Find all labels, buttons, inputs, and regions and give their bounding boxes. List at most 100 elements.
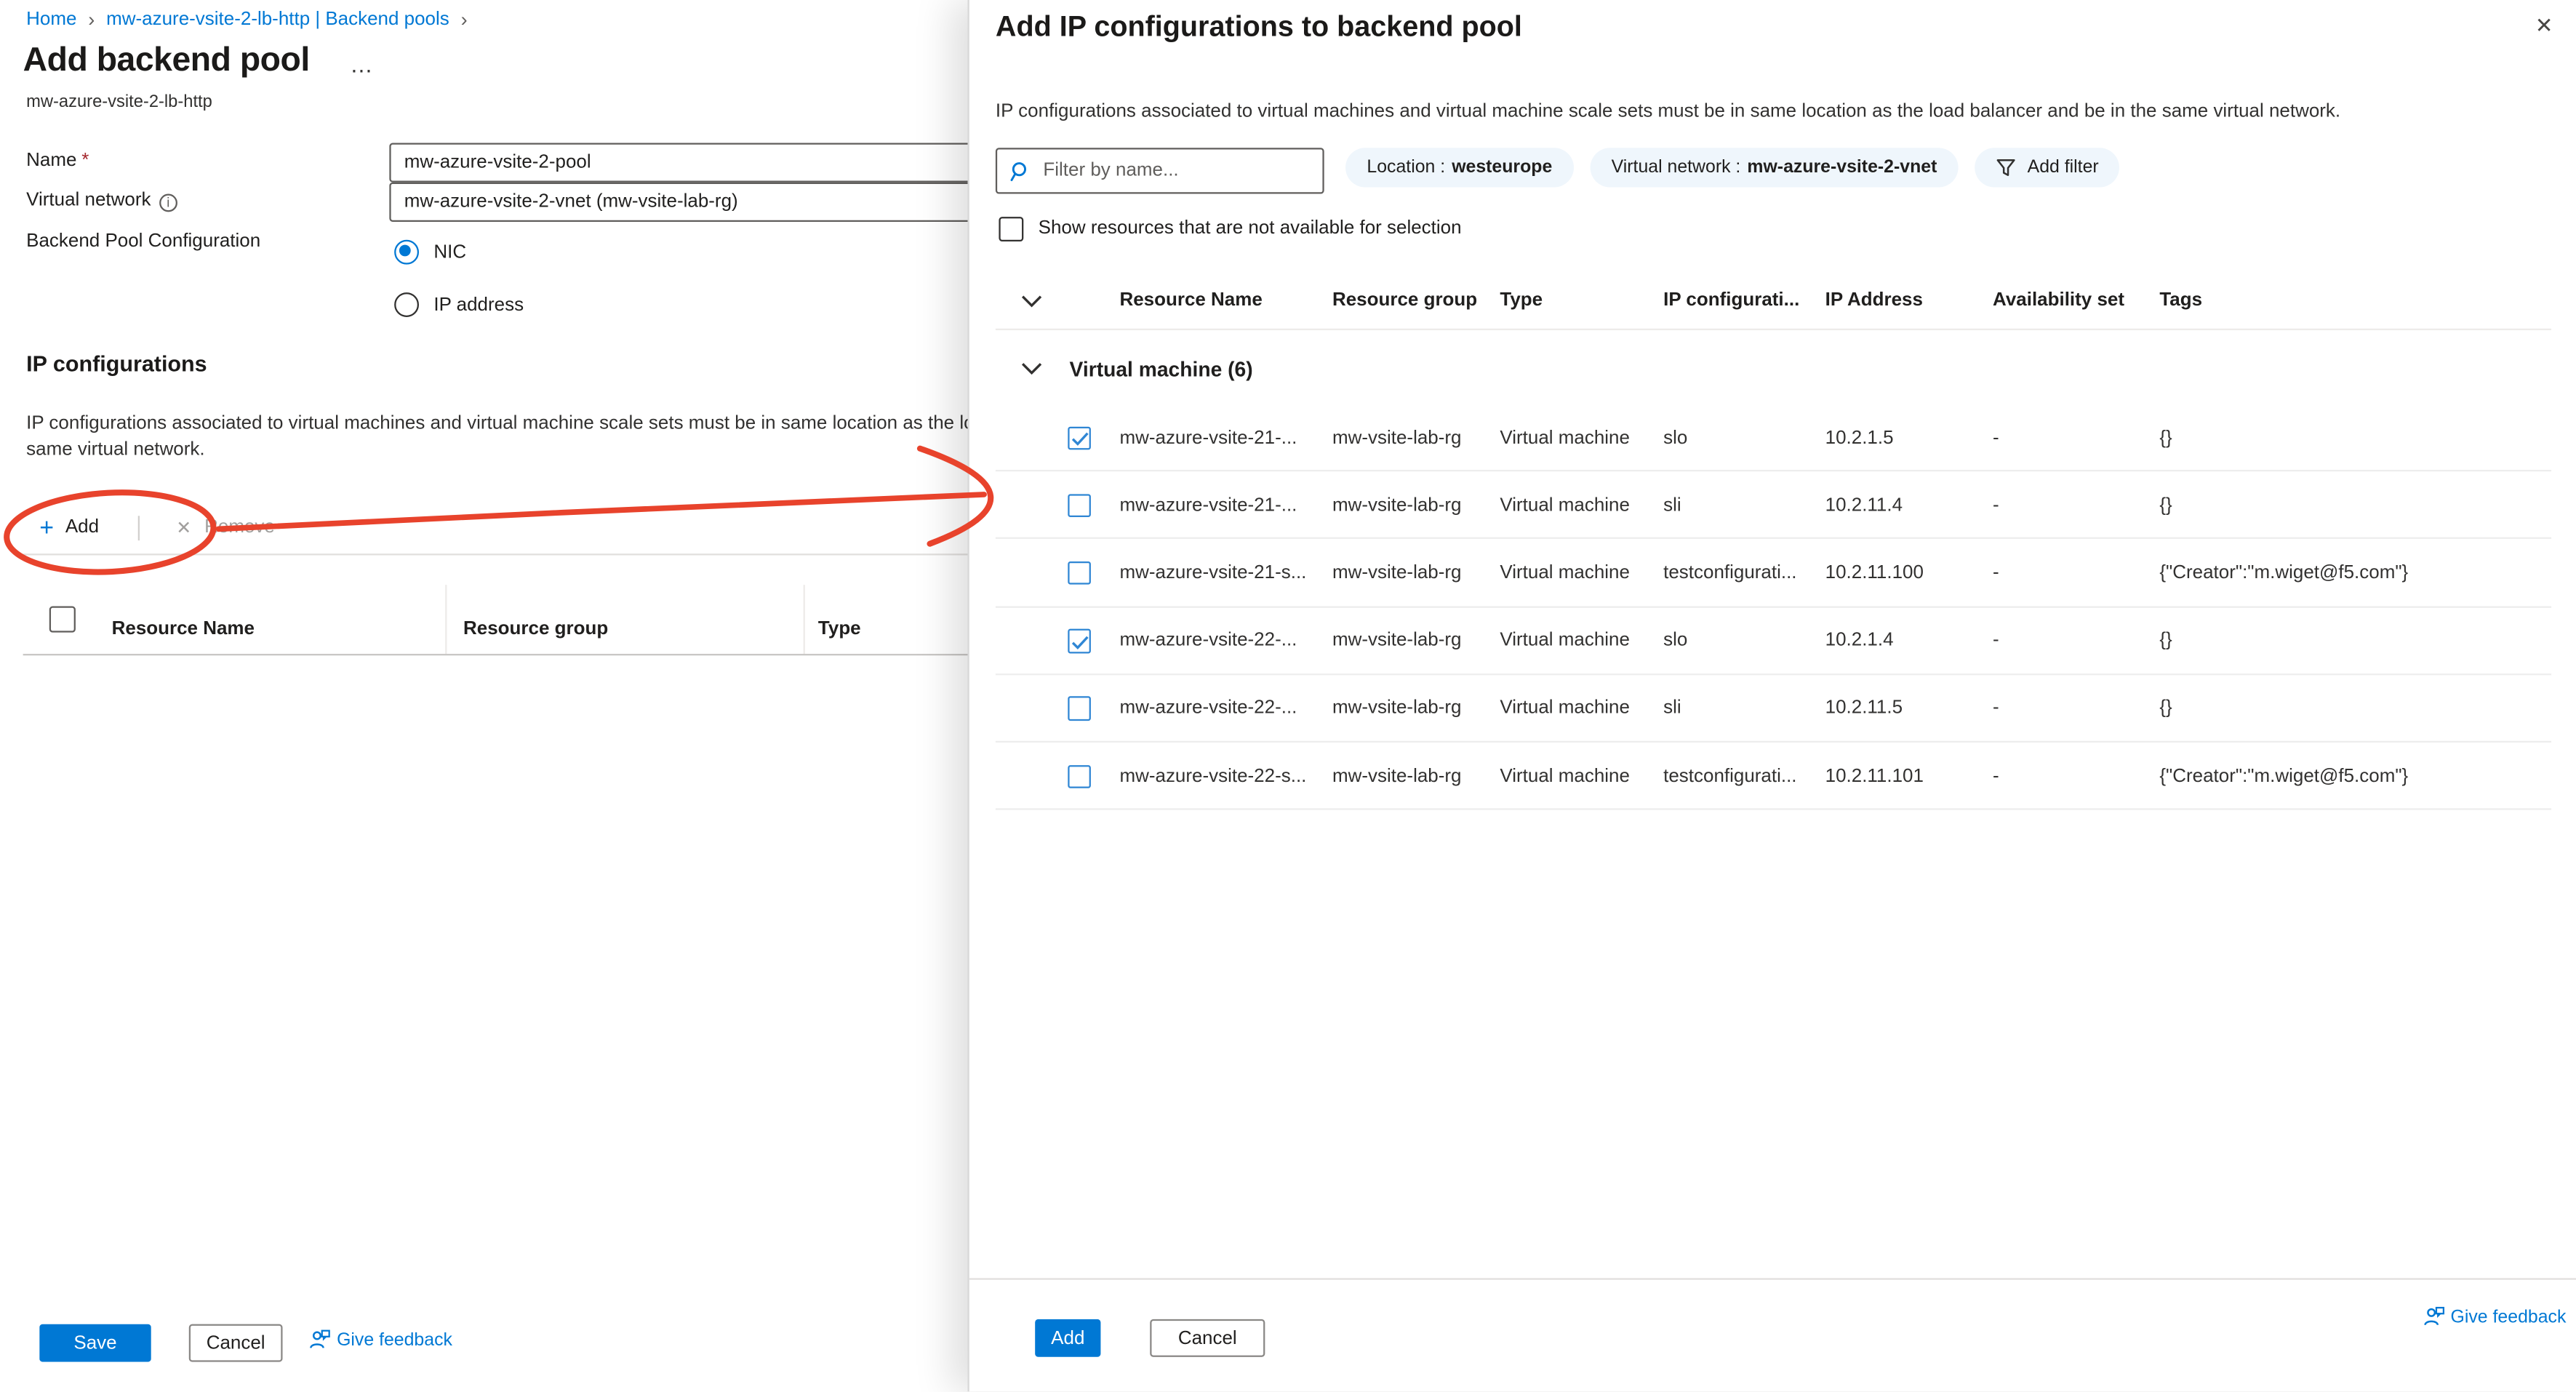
row-divider	[996, 809, 2551, 810]
cell-availability-set: -	[1993, 767, 1999, 786]
cell-ip-address: 10.2.1.5	[1825, 428, 1894, 448]
cell-type: Virtual machine	[1500, 699, 1630, 719]
checkmark-icon	[1071, 635, 1089, 649]
location-filter-pill[interactable]: Location :westeurope	[1345, 148, 1574, 187]
left-table-select-all-checkbox[interactable]	[49, 607, 76, 633]
cell-tags: {"Creator":"m.wiget@f5.com"}	[2159, 767, 2408, 786]
add-plus-icon: +	[39, 513, 54, 541]
column-ip-address[interactable]: IP Address	[1825, 291, 1923, 311]
feedback-person-icon	[2423, 1306, 2444, 1327]
cell-resource-name: mw-azure-vsite-22-...	[1119, 631, 1297, 651]
virtual-network-filter-pill[interactable]: Virtual network :mw-azure-vsite-2-vnet	[1590, 148, 1958, 187]
cell-tags: {}	[2159, 699, 2172, 719]
page-title: Add backend pool	[23, 41, 310, 80]
cell-ip-configuration: testconfigurati...	[1663, 564, 1796, 583]
ip-address-radio[interactable]	[394, 292, 419, 317]
cell-resource-group: mw-vsite-lab-rg	[1332, 428, 1462, 448]
page-subtitle: mw-azure-vsite-2-lb-http	[26, 92, 212, 111]
filter-by-name-input[interactable]	[1043, 161, 1309, 180]
close-icon[interactable]: ✕	[2535, 13, 2553, 39]
more-options-icon[interactable]: …	[350, 51, 375, 77]
breadcrumb-home-link[interactable]: Home	[26, 10, 76, 30]
cell-availability-set: -	[1993, 496, 1999, 516]
ip-config-command-bar: + Add ✕ Remove	[39, 513, 275, 543]
cell-resource-name: mw-azure-vsite-21-...	[1119, 496, 1297, 516]
name-label: Name*	[26, 151, 89, 171]
left-table-header-border	[23, 654, 1009, 655]
cell-tags: {}	[2159, 631, 2172, 651]
column-resource-name[interactable]: Resource Name	[1119, 291, 1262, 311]
row-checkbox[interactable]	[1067, 764, 1091, 788]
cell-availability-set: -	[1993, 428, 1999, 448]
cell-type: Virtual machine	[1500, 564, 1630, 583]
cell-ip-configuration: slo	[1663, 631, 1687, 651]
info-icon[interactable]: i	[159, 194, 177, 212]
cell-resource-group: mw-vsite-lab-rg	[1332, 767, 1462, 786]
nic-radio[interactable]	[394, 240, 419, 265]
add-ip-config-button[interactable]: Add	[65, 518, 99, 537]
annotation-arrow-line	[218, 495, 984, 529]
panel-cancel-button[interactable]: Cancel	[1150, 1319, 1265, 1357]
cell-ip-configuration: sli	[1663, 699, 1681, 719]
add-filter-pill[interactable]: Add filter	[1975, 148, 2120, 187]
group-label-virtual-machine[interactable]: Virtual machine (6)	[1070, 358, 1253, 381]
table-row[interactable]: mw-azure-vsite-22-s... mw-vsite-lab-rg V…	[969, 743, 2576, 810]
column-availability-set[interactable]: Availability set	[1993, 291, 2124, 311]
nic-radio-label: NIC	[433, 243, 466, 263]
ip-configurations-heading: IP configurations	[26, 351, 207, 376]
cell-resource-group: mw-vsite-lab-rg	[1332, 564, 1462, 583]
table-row[interactable]: mw-azure-vsite-21-s... mw-vsite-lab-rg V…	[969, 540, 2576, 607]
panel-title: Add IP configurations to backend pool	[996, 10, 1522, 44]
filter-by-name-box	[996, 148, 1324, 193]
cell-tags: {"Creator":"m.wiget@f5.com"}	[2159, 564, 2408, 583]
select-all-chevron-icon[interactable]	[1020, 294, 1044, 308]
left-column-resource-group[interactable]: Resource group	[463, 620, 608, 639]
give-feedback-link[interactable]: Give feedback	[309, 1329, 452, 1350]
filter-pills: Location :westeurope Virtual network :mw…	[1345, 148, 2120, 187]
show-unavailable-checkbox[interactable]	[999, 217, 1023, 241]
cell-resource-name: mw-azure-vsite-21-...	[1119, 428, 1297, 448]
cell-ip-address: 10.2.11.4	[1825, 496, 1903, 516]
left-column-resource-name[interactable]: Resource Name	[112, 620, 255, 639]
azure-portal-page: Home › mw-azure-vsite-2-lb-http | Backen…	[0, 0, 2576, 1391]
breadcrumb-backend-pools-link[interactable]: mw-azure-vsite-2-lb-http | Backend pools	[106, 10, 449, 30]
row-checkbox[interactable]	[1067, 629, 1091, 653]
breadcrumb: Home › mw-azure-vsite-2-lb-http | Backen…	[26, 8, 467, 31]
cell-tags: {}	[2159, 428, 2172, 448]
cell-type: Virtual machine	[1500, 767, 1630, 786]
filter-funnel-icon	[1996, 158, 2016, 177]
cell-resource-group: mw-vsite-lab-rg	[1332, 699, 1462, 719]
cell-resource-name: mw-azure-vsite-22-...	[1119, 699, 1297, 719]
table-row[interactable]: mw-azure-vsite-22-... mw-vsite-lab-rg Vi…	[969, 675, 2576, 743]
cell-ip-address: 10.2.11.5	[1825, 699, 1903, 719]
table-row[interactable]: mw-azure-vsite-21-... mw-vsite-lab-rg Vi…	[969, 472, 2576, 540]
table-row[interactable]: mw-azure-vsite-21-... mw-vsite-lab-rg Vi…	[969, 404, 2576, 472]
panel-add-button[interactable]: Add	[1035, 1319, 1100, 1357]
cancel-button[interactable]: Cancel	[189, 1324, 283, 1362]
row-checkbox[interactable]	[1067, 494, 1091, 518]
row-checkbox[interactable]	[1067, 697, 1091, 721]
panel-table-header-border	[996, 329, 2551, 330]
column-type[interactable]: Type	[1500, 291, 1543, 311]
row-checkbox[interactable]	[1067, 426, 1091, 450]
ip-configurations-description-line2: same virtual network.	[26, 440, 204, 460]
column-ip-configuration[interactable]: IP configurati...	[1663, 291, 1799, 311]
column-tags[interactable]: Tags	[2159, 291, 2202, 311]
remove-x-icon: ✕	[176, 516, 191, 537]
cell-resource-name: mw-azure-vsite-22-s...	[1119, 767, 1306, 786]
ip-address-radio-label: IP address	[433, 296, 524, 316]
cell-type: Virtual machine	[1500, 496, 1630, 516]
remove-ip-config-button[interactable]: Remove	[204, 518, 275, 537]
show-unavailable-label: Show resources that are not available fo…	[1039, 217, 1462, 238]
cell-resource-group: mw-vsite-lab-rg	[1332, 496, 1462, 516]
panel-give-feedback-link[interactable]: Give feedback	[2423, 1306, 2566, 1327]
left-table-column-separator	[804, 585, 805, 654]
row-checkbox[interactable]	[1067, 561, 1091, 585]
left-column-type[interactable]: Type	[818, 620, 861, 639]
cell-ip-configuration: slo	[1663, 428, 1687, 448]
column-resource-group[interactable]: Resource group	[1332, 291, 1477, 311]
group-collapse-chevron-icon[interactable]	[1020, 361, 1044, 376]
cell-availability-set: -	[1993, 699, 1999, 719]
save-button[interactable]: Save	[39, 1324, 151, 1362]
table-row[interactable]: mw-azure-vsite-22-... mw-vsite-lab-rg Vi…	[969, 607, 2576, 675]
